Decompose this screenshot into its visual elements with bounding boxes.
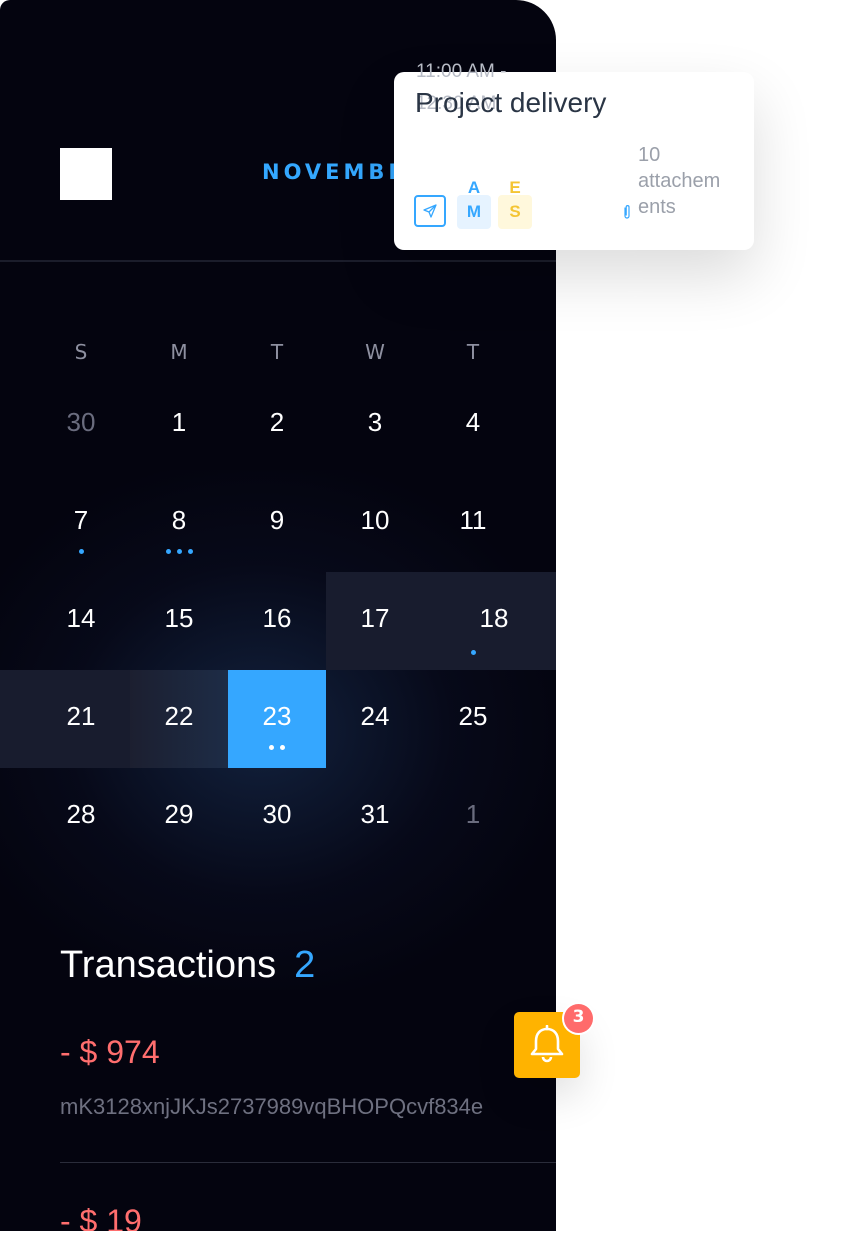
send-icon	[423, 204, 437, 218]
day-cell[interactable]: 28	[32, 765, 130, 863]
weekday-sunday: S	[74, 340, 88, 364]
event-dots	[424, 650, 522, 655]
event-dots	[130, 549, 228, 554]
event-dot	[176, 549, 182, 554]
day-cell[interactable]: 9	[228, 471, 326, 569]
notification-badge: 3	[564, 1004, 593, 1033]
day-cell[interactable]: 30	[32, 373, 130, 471]
day-cell[interactable]: 2	[228, 373, 326, 471]
event-title: Project delivery	[415, 87, 607, 118]
event-dot	[78, 549, 84, 554]
weekday-thursday: T	[466, 340, 480, 364]
send-button[interactable]	[414, 195, 446, 227]
day-number: 23	[262, 701, 292, 731]
avatar-initial: S	[509, 202, 521, 221]
day-number: 21	[66, 701, 96, 731]
day-cell[interactable]: 8	[130, 471, 228, 569]
menu-button[interactable]	[60, 148, 112, 200]
attachments-count[interactable]: 10 attachem ents	[638, 142, 738, 220]
event-card[interactable]: 11:00 AM - 12:30 AM Project delivery A M…	[394, 61, 754, 250]
day-cell[interactable]: 31	[326, 765, 424, 863]
day-cell[interactable]: 25	[424, 670, 522, 768]
day-cell[interactable]: 14	[32, 569, 130, 667]
day-cell[interactable]: 11	[424, 471, 522, 569]
day-cell[interactable]: 7	[32, 471, 130, 569]
day-cell[interactable]: 1	[424, 765, 522, 863]
avatar[interactable]: A M	[457, 179, 491, 229]
transaction-amount[interactable]: - $ 19	[60, 1203, 142, 1231]
avatar-initial: E	[509, 178, 521, 197]
day-cell-range[interactable]: 21	[0, 670, 130, 768]
transaction-id: mK3128xnjJKJs2737989vqBHOPQcvf834e	[60, 1094, 484, 1119]
transaction-amount[interactable]: - $ 974	[60, 1034, 160, 1071]
day-cell-range[interactable]: 22	[130, 670, 228, 768]
day-number: 8	[171, 505, 187, 535]
weekday-monday: M	[170, 340, 188, 364]
transactions-heading: Transactions 2	[60, 944, 315, 987]
day-cell-range[interactable]: 18	[424, 572, 556, 670]
day-cell-range[interactable]: 17	[326, 572, 424, 670]
day-cell[interactable]: 10	[326, 471, 424, 569]
day-cell[interactable]: 24	[326, 670, 424, 768]
calendar-grid: S M T W T 30 1 2 3 4 7 8 9 10 11 14 15 1…	[0, 312, 556, 872]
month-title[interactable]: NOVEMBE	[262, 160, 407, 184]
bell-icon	[530, 1025, 564, 1063]
transactions-title: Transactions	[60, 944, 277, 986]
day-cell[interactable]: 16	[228, 569, 326, 667]
day-cell-selected[interactable]: 23	[228, 670, 326, 768]
transaction-divider	[60, 1162, 556, 1163]
avatar-initial: A	[467, 178, 481, 197]
day-cell[interactable]: 4	[424, 373, 522, 471]
event-dot	[470, 650, 476, 655]
event-dot	[165, 549, 171, 554]
paperclip-icon	[624, 205, 630, 219]
event-dots	[32, 549, 130, 554]
day-cell[interactable]: 3	[326, 373, 424, 471]
event-dot	[269, 745, 274, 750]
day-cell[interactable]: 1	[130, 373, 228, 471]
event-dots	[228, 745, 326, 750]
day-cell[interactable]: 29	[130, 765, 228, 863]
weekday-wednesday: W	[365, 340, 385, 364]
day-cell[interactable]: 30	[228, 765, 326, 863]
transactions-count: 2	[294, 944, 316, 986]
day-cell[interactable]: 15	[130, 569, 228, 667]
day-number: 7	[73, 505, 89, 535]
weekday-tuesday: T	[270, 340, 284, 364]
event-dot	[187, 549, 193, 554]
event-dot	[280, 745, 285, 750]
header-divider	[0, 260, 556, 262]
avatar[interactable]: E S	[498, 179, 532, 229]
avatar-initial: M	[466, 202, 482, 221]
